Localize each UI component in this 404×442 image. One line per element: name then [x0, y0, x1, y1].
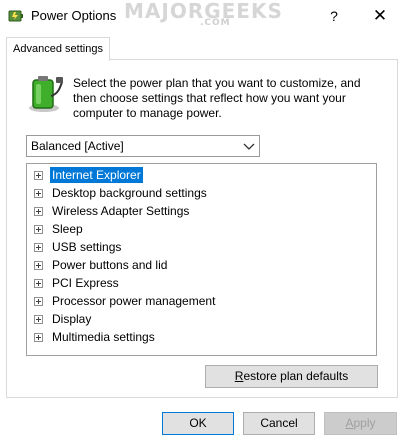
power-options-icon: [8, 10, 23, 22]
tree-item[interactable]: Internet Explorer: [27, 166, 367, 184]
tab-advanced-settings[interactable]: Advanced settings: [6, 37, 110, 61]
tree-item[interactable]: Display: [27, 310, 367, 328]
window-title: Power Options: [31, 8, 117, 23]
watermark-logo: MAJORGEEKS .COM: [124, 0, 283, 28]
tree-item[interactable]: Wireless Adapter Settings: [27, 202, 367, 220]
description-text: Select the power plan that you want to c…: [73, 76, 361, 120]
plus-box-icon[interactable]: [34, 189, 43, 198]
battery-plug-icon: [29, 76, 63, 112]
restore-plan-defaults-button[interactable]: Restore plan defaults: [205, 365, 378, 388]
plus-box-icon[interactable]: [34, 315, 43, 324]
title-bar: Power Options MAJORGEEKS .COM ? ✕: [0, 0, 404, 32]
plus-box-icon[interactable]: [34, 261, 43, 270]
tree-item[interactable]: Multimedia settings: [27, 328, 367, 346]
tree-item[interactable]: Sleep: [27, 220, 367, 238]
apply-button[interactable]: Apply: [324, 412, 397, 435]
tree-item[interactable]: Processor power management: [27, 292, 367, 310]
plus-box-icon[interactable]: [34, 243, 43, 252]
tree-item[interactable]: Desktop background settings: [27, 184, 367, 202]
power-plan-selected: Balanced [Active]: [31, 139, 124, 153]
tree-item[interactable]: Power buttons and lid: [27, 256, 367, 274]
plus-box-icon[interactable]: [34, 225, 43, 234]
tree-item[interactable]: PCI Express: [27, 274, 367, 292]
settings-tree[interactable]: Internet Explorer Desktop background set…: [26, 163, 377, 356]
plus-box-icon[interactable]: [34, 207, 43, 216]
plus-box-icon[interactable]: [34, 297, 43, 306]
power-plan-dropdown[interactable]: Balanced [Active]: [26, 135, 260, 157]
ok-button[interactable]: OK: [162, 412, 234, 435]
chevron-down-icon: [243, 143, 255, 150]
close-button[interactable]: ✕: [366, 4, 394, 28]
tree-item[interactable]: USB settings: [27, 238, 367, 256]
help-button[interactable]: ?: [320, 4, 348, 28]
plus-box-icon[interactable]: [34, 279, 43, 288]
plus-box-icon[interactable]: [34, 333, 43, 342]
plus-box-icon[interactable]: [34, 171, 43, 180]
cancel-button[interactable]: Cancel: [243, 412, 315, 435]
